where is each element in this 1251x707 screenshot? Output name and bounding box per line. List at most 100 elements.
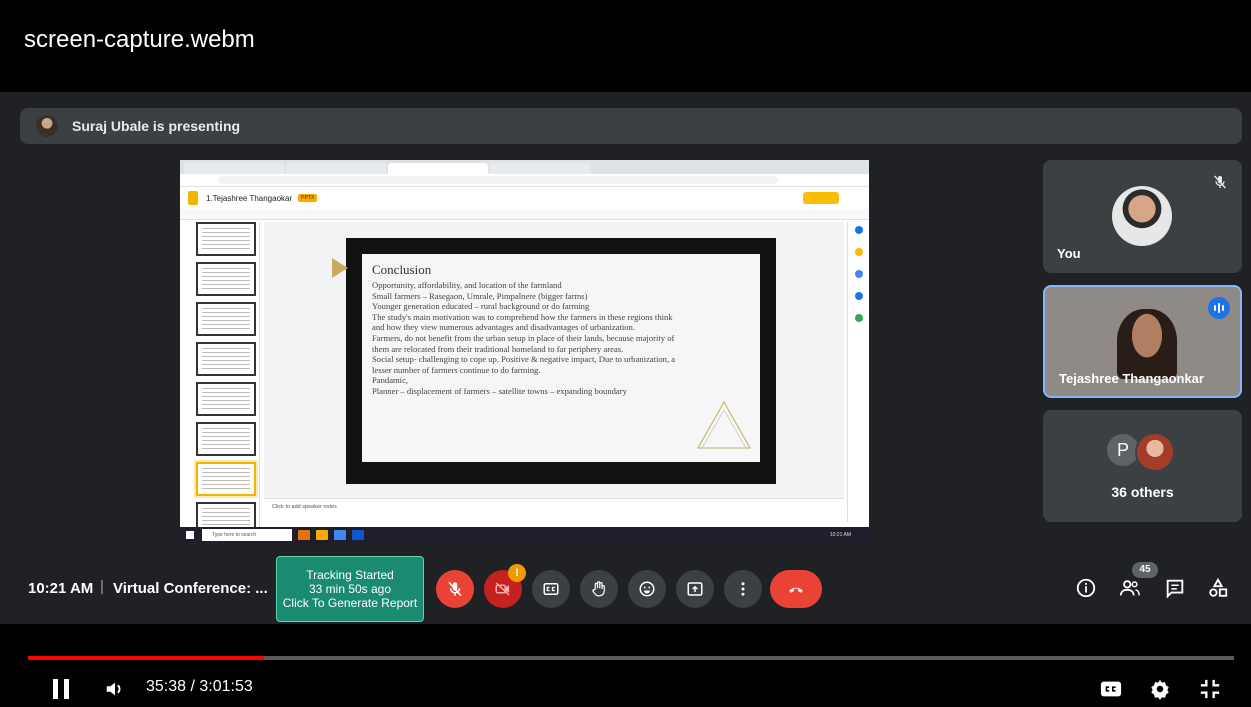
slide-line: Opportunity, affordability, and location…: [372, 280, 562, 290]
speaker-notes: Click to add speaker notes: [264, 498, 844, 514]
volume-button[interactable]: [102, 676, 128, 702]
browser-tab: [490, 163, 590, 174]
volume-icon: [106, 682, 121, 696]
taskbar-search: Type here to search: [202, 529, 292, 541]
slide-thumbnail: [196, 302, 256, 336]
participant-tile-you[interactable]: You: [1043, 160, 1242, 273]
subtitles-button[interactable]: [1098, 676, 1124, 702]
present-icon: [687, 582, 703, 596]
more-options-button[interactable]: [724, 570, 762, 608]
mic-off-icon: [1214, 175, 1226, 189]
slide-thumbnail: [196, 422, 256, 456]
maps-icon: [855, 314, 863, 322]
windows-logo-icon: [186, 531, 194, 539]
activities-icon: [1209, 577, 1228, 597]
slide-line: Farmers, do not benefit from the urban s…: [372, 332, 675, 343]
chat-button[interactable]: [1161, 574, 1189, 602]
slide-thumbnail: [196, 342, 256, 376]
raise-hand-button[interactable]: [580, 570, 618, 608]
slide-line: The study's main motivation was to compr…: [372, 311, 673, 322]
calendar-icon: [855, 226, 863, 234]
avatar: [1135, 432, 1175, 472]
emoji-icon: [639, 581, 655, 597]
video-title-bar: screen-capture.webm: [0, 0, 1251, 92]
info-icon: [1076, 578, 1096, 598]
tracking-elapsed: 33 min 50s ago: [308, 582, 392, 596]
slides-share-button: [803, 192, 839, 204]
slide-line: Planner – displacement of farmers – sate…: [372, 385, 627, 396]
emoji-reaction-button[interactable]: [628, 570, 666, 608]
slide-thumbnail: [196, 222, 256, 256]
slide-content: Conclusion Opportunity, affordability, a…: [362, 254, 760, 462]
presenting-banner: Suraj Ubale is presenting: [20, 108, 1242, 144]
activities-button[interactable]: [1204, 574, 1232, 602]
shared-screen: 1.Tejashree Thangaokar PPTX Conclusion O…: [180, 160, 869, 543]
meeting-title: Virtual Conference: ...: [113, 580, 268, 597]
more-icon: [741, 582, 745, 596]
taskbar-app-icon: [352, 530, 364, 540]
meeting-details-button[interactable]: [1072, 574, 1100, 602]
exit-fullscreen-button[interactable]: [1197, 676, 1223, 702]
participant-name: You: [1057, 246, 1081, 261]
tasks-icon: [855, 270, 863, 278]
people-icon: [1119, 580, 1140, 596]
presenting-text: Suraj Ubale is presenting: [72, 118, 241, 134]
meet-control-bar: 10:21 AM | Virtual Conference: ... Track…: [0, 556, 1251, 624]
chrome-icon: [334, 530, 346, 540]
settings-button[interactable]: [1147, 676, 1173, 702]
windows-taskbar: Type here to search 10:21 AM: [180, 527, 869, 543]
mic-off-icon: [448, 581, 462, 597]
meeting-clock: 10:21 AM: [28, 580, 94, 597]
seek-bar[interactable]: [28, 656, 1234, 660]
camera-off-icon: [495, 582, 510, 596]
avatar: [1112, 186, 1172, 246]
hangup-icon: [789, 587, 803, 593]
participant-tile-others[interactable]: P 36 others: [1043, 410, 1242, 522]
participant-tile-speaker[interactable]: Tejashree Thangaonkar: [1043, 285, 1242, 398]
exit-fullscreen-icon: [1200, 679, 1220, 699]
raise-hand-icon: [592, 581, 605, 597]
address-bar: [218, 176, 778, 184]
meet-window: Suraj Ubale is presenting 1.Tejashree Th…: [0, 92, 1251, 624]
tracking-report-button[interactable]: Tracking Started 33 min 50s ago Click To…: [276, 556, 424, 622]
browser-tab-strip: [180, 160, 869, 174]
settings-icon: [1151, 679, 1169, 700]
slide-filmstrip: [180, 222, 260, 536]
slide-body: Opportunity, affordability, and location…: [372, 280, 744, 397]
slide-line: Small farmers – Rasegaon, Umrale, Pimpal…: [372, 290, 588, 301]
triangle-decoration: [697, 400, 751, 449]
slide-thumbnail-selected: [196, 462, 256, 496]
video-file-title: screen-capture.webm: [24, 26, 255, 53]
others-avatars: P: [1105, 432, 1175, 472]
tracking-status: Tracking Started: [306, 568, 394, 582]
present-now-button[interactable]: [676, 570, 714, 608]
slide-title: Conclusion: [372, 262, 432, 277]
slide-line: lesser number of farmers continue to do …: [372, 364, 541, 375]
slide-line: Pandamic,: [372, 375, 409, 386]
slides-toolbar: [180, 209, 869, 220]
slides-logo-icon: [188, 191, 198, 205]
captions-button[interactable]: [532, 570, 570, 608]
camera-toggle-button[interactable]: !: [484, 564, 526, 608]
browser-tab: [184, 163, 284, 174]
slide-arrow-decoration: [332, 258, 348, 278]
slide-line: Social setup- challenging to cope up. Po…: [372, 354, 676, 365]
slide-line: and how they view numerous advantages an…: [372, 322, 635, 333]
pause-icon: [53, 679, 69, 699]
keep-icon: [855, 248, 863, 256]
camera-warning-badge: !: [508, 564, 526, 582]
pause-button[interactable]: [48, 676, 74, 702]
mic-toggle-button[interactable]: [436, 570, 474, 608]
seek-progress: [28, 656, 265, 660]
slide-line: Younger generation educated – rural back…: [372, 301, 590, 312]
participants-button[interactable]: [1116, 574, 1144, 602]
captions-icon: [543, 583, 559, 595]
leave-call-button[interactable]: [770, 570, 822, 608]
participant-name: Tejashree Thangaonkar: [1059, 371, 1204, 386]
pptx-badge: PPTX: [298, 194, 318, 202]
contacts-icon: [855, 292, 863, 300]
tracking-action: Click To Generate Report: [282, 596, 418, 610]
presenter-avatar: [36, 115, 58, 137]
meeting-divider: |: [100, 578, 104, 595]
slide-line: them are relocated from their traditiona…: [372, 343, 624, 354]
